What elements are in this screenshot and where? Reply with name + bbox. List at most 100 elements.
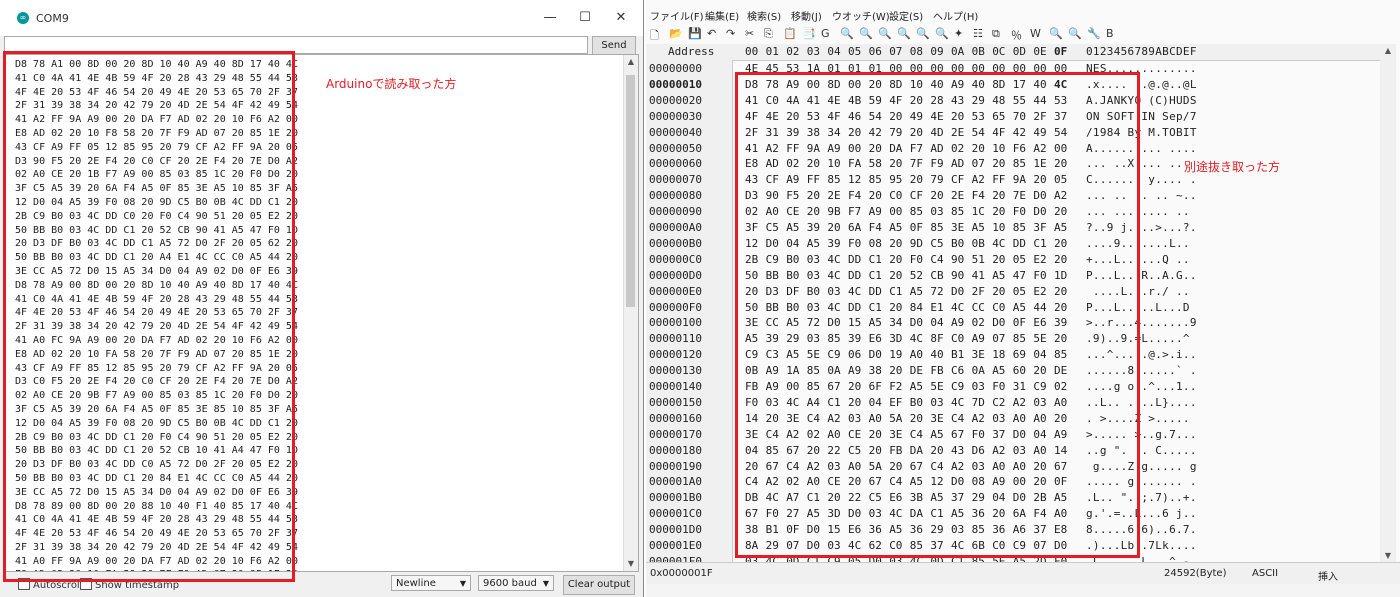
open-folder-icon[interactable]: 📂 bbox=[669, 27, 683, 40]
column-header-cell: 09 bbox=[930, 45, 944, 58]
search-icon[interactable]: 🔍 bbox=[840, 27, 854, 40]
undo-icon[interactable]: ↶ bbox=[707, 27, 716, 40]
input-mode: 挿入 bbox=[1318, 572, 1338, 583]
save-icon[interactable]: 💾 bbox=[688, 27, 702, 40]
menu-item[interactable]: ファイル(F) bbox=[650, 8, 704, 23]
maximize-button[interactable]: ☐ bbox=[570, 8, 600, 28]
row-address: 00000180 bbox=[649, 443, 702, 457]
cursor-address: 0x0000001F bbox=[650, 568, 713, 579]
hex-scrollbar[interactable]: ▲ ▼ bbox=[1380, 44, 1396, 562]
output-scrollbar[interactable]: ▲ ▼ bbox=[623, 55, 638, 571]
send-button[interactable]: Send bbox=[592, 36, 636, 56]
bold-icon[interactable]: B bbox=[1106, 27, 1114, 40]
menu-item[interactable]: 設定(S) bbox=[889, 8, 923, 23]
scroll-down-icon[interactable]: ▼ bbox=[624, 557, 638, 571]
row-address: 00000120 bbox=[649, 348, 702, 362]
ascii-header: 0123456789ABCDEF bbox=[1086, 45, 1197, 58]
paste-icon[interactable]: 📋 bbox=[783, 27, 797, 40]
column-header-cell: 03 bbox=[806, 45, 821, 58]
column-header: Address 00 01 02 03 04 05 06 07 08 09 0A 0B 0C 0D 0E 0F 0… bbox=[646, 44, 1380, 61]
binary-editor-window: ファイル(F) 編集(E) 検索(S) 移動(J) ウオッチ(W) 設定(S) ヘルプ(H)… bbox=[646, 0, 1400, 597]
menu-item[interactable]: ヘルプ(H) bbox=[933, 8, 978, 23]
find-next-icon[interactable]: 🔍 bbox=[1068, 27, 1082, 40]
find-icon[interactable]: 🔍 bbox=[1049, 27, 1063, 40]
compare-icon[interactable]: ⧉ bbox=[992, 27, 1000, 41]
row-address: 000000D0 bbox=[649, 268, 702, 282]
highlight-box-serial bbox=[3, 51, 295, 582]
zoom-icon[interactable]: 🔍 bbox=[897, 27, 911, 40]
copy-icon[interactable]: ⎘ bbox=[764, 27, 773, 41]
row-address: 00000030 bbox=[649, 109, 702, 123]
bottom-strip bbox=[646, 584, 1400, 597]
chevron-down-icon: ▼ bbox=[542, 579, 549, 588]
chevron-down-icon: ▼ bbox=[459, 579, 466, 588]
row-address: 000000E0 bbox=[649, 284, 702, 298]
list-icon[interactable]: ☷ bbox=[973, 27, 983, 40]
row-address: 00000000 bbox=[649, 62, 702, 75]
watch-icon[interactable]: W bbox=[1030, 27, 1041, 40]
address-header: Address bbox=[668, 45, 715, 58]
row-address: 00000100 bbox=[649, 316, 702, 330]
scroll-up-icon[interactable]: ▲ bbox=[624, 55, 638, 69]
column-header-cell: 08 bbox=[909, 45, 924, 58]
annotation-hex: 別途抜き取った方 bbox=[1184, 160, 1281, 174]
scroll-down-icon[interactable]: ▼ bbox=[1380, 551, 1396, 560]
row-address: 00000130 bbox=[649, 364, 702, 378]
row-address: 000001D0 bbox=[649, 523, 702, 537]
search-prev-icon[interactable]: 🔍 bbox=[878, 27, 892, 40]
menu-item[interactable]: ウオッチ(W) bbox=[832, 8, 890, 23]
char-icon[interactable]: ％ bbox=[1011, 27, 1022, 43]
zoom-in-icon[interactable]: 🔍 bbox=[916, 27, 930, 40]
row-address: 00000050 bbox=[649, 141, 702, 155]
clear-output-button[interactable]: Clear output bbox=[563, 575, 635, 595]
row-address: 00000190 bbox=[649, 459, 702, 473]
baud-rate-select[interactable]: 9600 baud ▼ bbox=[478, 575, 554, 591]
column-header-cell: 0F bbox=[1054, 45, 1068, 58]
status-bar: 0x0000001F 24592(Byte) ASCII 挿入 bbox=[646, 562, 1400, 585]
column-header-cell: 07 bbox=[889, 45, 903, 58]
menu-bar: ファイル(F) 編集(E) 検索(S) 移動(J) ウオッチ(W) 設定(S) ヘルプ(H) bbox=[646, 8, 1400, 24]
window-title: COM9 bbox=[36, 12, 69, 25]
row-address: 000000F0 bbox=[649, 300, 702, 314]
column-header-cell: 05 bbox=[848, 45, 862, 58]
row-address: 000000B0 bbox=[649, 236, 702, 250]
row-address: 00000040 bbox=[649, 125, 702, 139]
row-address: 00000080 bbox=[649, 189, 702, 203]
redo-icon[interactable]: ↷ bbox=[726, 27, 735, 40]
column-header-cell: 04 bbox=[827, 45, 841, 58]
row-address: 000000A0 bbox=[649, 221, 702, 234]
highlight-box-hex bbox=[735, 72, 1140, 558]
scroll-up-icon[interactable]: ▲ bbox=[1380, 46, 1396, 55]
zoom-out-icon[interactable]: 🔍 bbox=[935, 27, 949, 40]
column-header-cell: 00 bbox=[745, 45, 759, 58]
bookmark-icon[interactable]: ✦ bbox=[954, 27, 963, 40]
row-address: 00000060 bbox=[649, 157, 702, 171]
tool-icon[interactable]: 🔧 bbox=[1087, 27, 1101, 40]
goto-icon[interactable]: G bbox=[821, 27, 830, 40]
line-ending-value: Newline bbox=[396, 578, 436, 589]
paste-special-icon[interactable]: 📑 bbox=[802, 27, 816, 40]
menu-item[interactable]: 検索(S) bbox=[747, 8, 781, 23]
row-address: 00000020 bbox=[649, 93, 702, 107]
column-header-cell: 0A bbox=[951, 45, 965, 58]
toolbar: 🗋 📂 💾 ↶ ↷ ✂ ⎘ 📋 📑 G 🔍 🔍 🔍 🔍 🔍 🔍 ✦ ☷ ⧉ ％ W 🔍 🔍 🔧 B bbox=[646, 25, 1400, 43]
line-ending-select[interactable]: Newline ▼ bbox=[391, 575, 471, 591]
menu-item[interactable]: 編集(E) bbox=[705, 8, 739, 23]
minimize-button[interactable]: — bbox=[535, 8, 565, 28]
search-next-icon[interactable]: 🔍 bbox=[859, 27, 873, 40]
row-address: 00000140 bbox=[649, 380, 702, 393]
row-address: 000001C0 bbox=[649, 507, 702, 521]
row-address: 00000150 bbox=[649, 395, 702, 409]
row-address: 000001A0 bbox=[649, 475, 702, 489]
column-header-cell: 01 bbox=[765, 45, 779, 58]
file-size: 24592(Byte) bbox=[1164, 568, 1227, 579]
column-header-cell: 0C bbox=[992, 45, 1006, 58]
row-address: 000001B0 bbox=[649, 491, 702, 505]
scroll-thumb[interactable] bbox=[626, 75, 635, 307]
row-address: 00000090 bbox=[649, 205, 702, 219]
row-address: 00000160 bbox=[649, 411, 702, 425]
column-header-cell: 0E bbox=[1033, 45, 1047, 58]
close-button[interactable]: ✕ bbox=[606, 8, 636, 28]
menu-item[interactable]: 移動(J) bbox=[791, 8, 822, 23]
cut-icon[interactable]: ✂ bbox=[745, 27, 754, 40]
